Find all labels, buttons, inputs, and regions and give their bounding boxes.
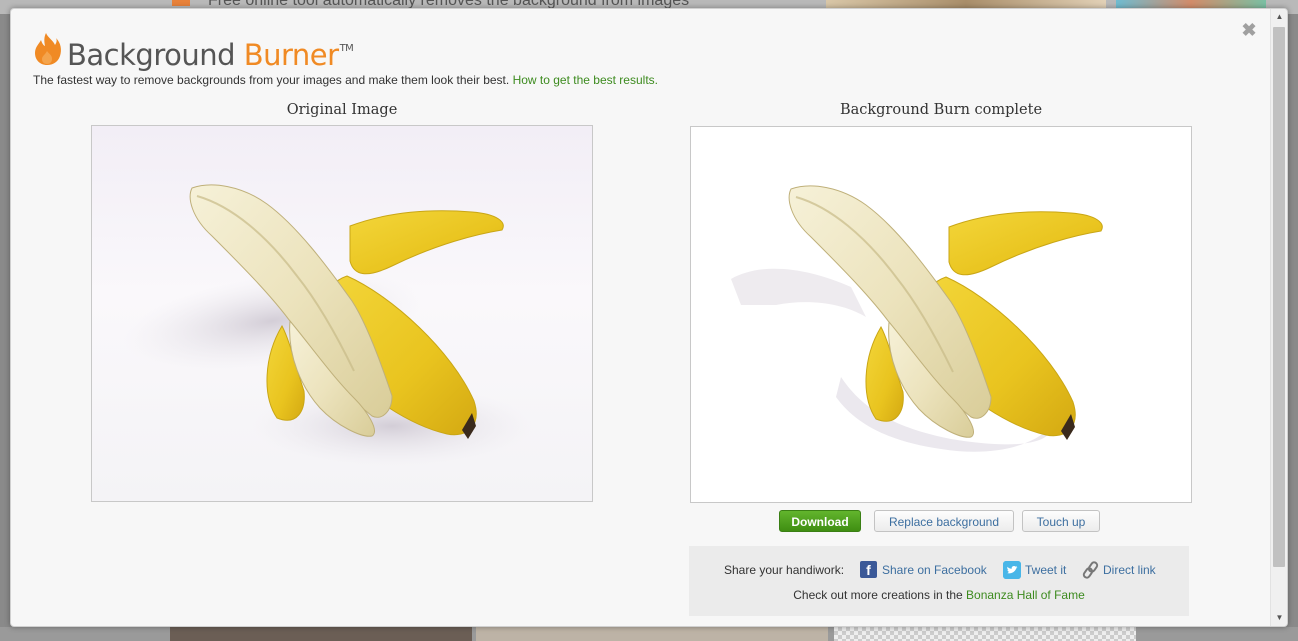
backdrop-thumbnail — [170, 627, 472, 641]
tweet-it-link[interactable]: Tweet it — [1025, 563, 1066, 577]
banana-cutout — [731, 185, 1103, 452]
facebook-icon[interactable]: f — [860, 561, 877, 578]
backdrop-logo-chip — [172, 0, 190, 6]
best-results-link[interactable]: How to get the best results. — [513, 73, 658, 87]
dialog-scrollbar[interactable]: ▲ ▼ — [1270, 9, 1287, 626]
share-label: Share your handiwork: — [724, 563, 845, 577]
flame-icon — [35, 33, 61, 65]
tagline: The fastest way to remove backgrounds fr… — [33, 73, 658, 87]
direct-link[interactable]: Direct link — [1103, 563, 1156, 577]
brand-name-part1: Background — [67, 38, 236, 72]
twitter-icon[interactable] — [1003, 561, 1021, 579]
original-image-title: Original Image — [286, 102, 398, 118]
backdrop-thumbnail — [834, 627, 1136, 641]
scrollbar-thumb[interactable] — [1273, 27, 1285, 567]
share-row: Share your handiwork: f Share on Faceboo… — [689, 561, 1189, 579]
more-creations-text: Check out more creations in the — [793, 588, 963, 602]
scroll-down-arrow-icon[interactable]: ▼ — [1271, 610, 1287, 626]
trademark-symbol: TM — [339, 43, 354, 54]
close-icon[interactable]: ✖ — [1241, 21, 1257, 39]
banana-photo — [123, 184, 532, 466]
touch-up-button[interactable]: Touch up — [1022, 510, 1100, 532]
brand-name-part2: Burner — [243, 38, 339, 72]
replace-background-button[interactable]: Replace background — [874, 510, 1014, 532]
hall-of-fame-row: Check out more creations in the Bonanza … — [689, 588, 1189, 602]
download-button[interactable]: Download — [779, 510, 861, 532]
backdrop-thumbnail — [476, 627, 828, 641]
share-panel: Share your handiwork: f Share on Faceboo… — [689, 546, 1189, 616]
hall-of-fame-link[interactable]: Bonanza Hall of Fame — [966, 588, 1085, 602]
link-icon[interactable] — [1082, 561, 1100, 579]
burn-result-title: Background Burn complete — [839, 102, 1043, 118]
background-burner-dialog: ✖ ▲ ▼ Background BurnerTM The fastest wa… — [10, 8, 1288, 627]
original-image — [91, 125, 593, 502]
share-facebook-link[interactable]: Share on Facebook — [882, 563, 987, 577]
burned-result-image — [690, 126, 1192, 503]
tagline-text: The fastest way to remove backgrounds fr… — [33, 73, 510, 87]
backdrop-page-bottom — [0, 627, 1298, 641]
brand-name: Background BurnerTM — [67, 38, 354, 72]
scroll-up-arrow-icon[interactable]: ▲ — [1271, 9, 1287, 25]
